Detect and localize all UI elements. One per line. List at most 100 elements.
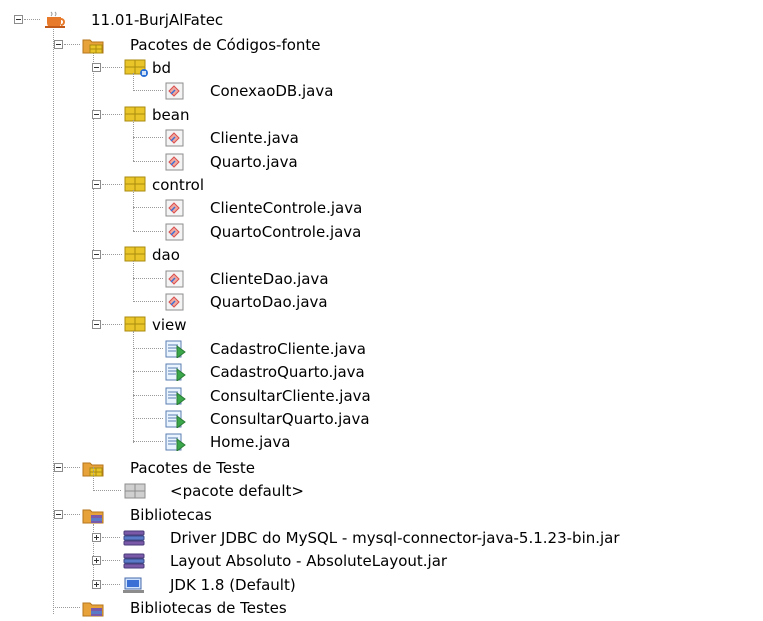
package-node-dao[interactable]: dao	[0, 243, 763, 266]
collapse-toggle[interactable]	[92, 109, 101, 119]
file-label: ConsultarQuarto.java	[210, 409, 370, 428]
expand-toggle[interactable]	[92, 579, 101, 589]
package-node-bd[interactable]: bd	[0, 56, 763, 79]
tree-line	[102, 184, 122, 185]
file-node[interactable]: Cliente.java	[0, 126, 763, 149]
file-node[interactable]: ConsultarCliente.java	[0, 384, 763, 407]
form-file-icon	[165, 387, 187, 409]
tree-line	[64, 467, 80, 468]
package-label: bd	[152, 58, 172, 77]
package-node-view[interactable]: view	[0, 313, 763, 336]
default-package-label: <pacote default>	[170, 481, 304, 500]
tree-line	[133, 90, 163, 91]
collapse-toggle[interactable]	[92, 62, 101, 72]
tree-line	[53, 607, 80, 608]
package-label: bean	[152, 105, 190, 124]
tree-line	[24, 19, 40, 20]
library-item[interactable]: Layout Absoluto - AbsoluteLayout.jar	[0, 549, 763, 572]
java-class-icon	[165, 270, 185, 292]
file-label: ClienteControle.java	[210, 198, 363, 217]
library-label: JDK 1.8 (Default)	[170, 575, 296, 594]
package-node-control[interactable]: control	[0, 173, 763, 196]
test-packages-node[interactable]: Pacotes de Teste	[0, 456, 763, 479]
tree-line	[93, 467, 94, 491]
package-node-bean[interactable]: bean	[0, 103, 763, 126]
package-label: dao	[152, 245, 180, 264]
project-node[interactable]: 11.01-BurjAlFatec	[0, 8, 763, 31]
expand-toggle[interactable]	[92, 555, 101, 565]
tree-line	[133, 190, 134, 231]
tree-line	[133, 231, 163, 232]
java-class-icon	[165, 129, 185, 151]
java-class-icon	[165, 199, 185, 221]
tree-line	[102, 254, 122, 255]
library-folder-icon	[82, 506, 104, 528]
file-label: ConsultarCliente.java	[210, 386, 371, 405]
file-node[interactable]: ClienteDao.java	[0, 267, 763, 290]
file-label: ClienteDao.java	[210, 269, 329, 288]
tree-line	[102, 537, 120, 538]
tree-line	[133, 207, 163, 208]
file-node[interactable]: ConsultarQuarto.java	[0, 407, 763, 430]
project-label: 11.01-BurjAlFatec	[91, 10, 224, 29]
library-item[interactable]: Driver JDBC do MySQL - mysql-connector-j…	[0, 526, 763, 549]
file-label: Home.java	[210, 432, 291, 451]
package-label: control	[152, 175, 204, 194]
source-packages-node[interactable]: Pacotes de Códigos-fonte	[0, 33, 763, 56]
file-label: Cliente.java	[210, 128, 299, 147]
tree-line	[102, 560, 120, 561]
java-class-icon	[165, 153, 185, 175]
source-packages-label: Pacotes de Códigos-fonte	[130, 35, 321, 54]
java-class-icon	[165, 293, 185, 315]
library-item[interactable]: JDK 1.8 (Default)	[0, 573, 763, 596]
file-node[interactable]: QuartoControle.java	[0, 220, 763, 243]
java-class-icon	[165, 223, 185, 245]
tree-line	[133, 73, 134, 91]
package-label: view	[152, 315, 187, 334]
file-node[interactable]: ConexaoDB.java	[0, 79, 763, 102]
package-icon	[124, 246, 148, 268]
tree-line	[133, 120, 134, 161]
project-tree: 11.01-BurjAlFatec Pacotes de Códigos-fon…	[0, 0, 763, 617]
source-folder-icon	[82, 36, 104, 58]
test-packages-label: Pacotes de Teste	[130, 458, 255, 477]
collapse-toggle[interactable]	[92, 249, 101, 259]
file-node[interactable]: CadastroQuarto.java	[0, 360, 763, 383]
file-node[interactable]: Home.java	[0, 430, 763, 453]
file-node[interactable]: CadastroCliente.java	[0, 337, 763, 360]
collapse-toggle[interactable]	[14, 14, 23, 24]
tree-line	[133, 137, 163, 138]
tree-line	[133, 371, 163, 372]
file-label: QuartoControle.java	[210, 222, 362, 241]
tree-line	[133, 301, 163, 302]
expand-toggle[interactable]	[92, 532, 101, 542]
tree-line	[133, 418, 163, 419]
tree-line	[102, 67, 122, 68]
collapse-toggle[interactable]	[92, 179, 101, 189]
java-class-icon	[165, 82, 185, 104]
tree-line	[102, 584, 120, 585]
collapse-toggle[interactable]	[54, 39, 63, 49]
tree-line	[133, 348, 163, 349]
file-label: ConexaoDB.java	[210, 81, 334, 100]
default-package-node[interactable]: <pacote default>	[0, 467, 763, 502]
libraries-node[interactable]: Bibliotecas	[0, 503, 763, 526]
jdk-platform-icon	[122, 576, 148, 598]
test-libraries-label: Bibliotecas de Testes	[130, 598, 287, 617]
tree-line	[64, 44, 80, 45]
form-file-icon	[165, 363, 187, 385]
tree-line	[133, 395, 163, 396]
package-icon	[124, 106, 148, 128]
file-node[interactable]: QuartoDao.java	[0, 290, 763, 313]
file-label: CadastroCliente.java	[210, 339, 366, 358]
form-file-icon	[165, 410, 187, 432]
collapse-toggle[interactable]	[54, 462, 63, 472]
collapse-toggle[interactable]	[54, 509, 63, 519]
package-icon	[124, 316, 148, 338]
form-file-icon	[165, 340, 187, 362]
library-label: Driver JDBC do MySQL - mysql-connector-j…	[170, 528, 620, 547]
file-node[interactable]: Quarto.java	[0, 150, 763, 173]
file-node[interactable]: ClienteControle.java	[0, 196, 763, 219]
test-libraries-node[interactable]: Bibliotecas de Testes	[0, 596, 763, 619]
collapse-toggle[interactable]	[92, 319, 101, 329]
